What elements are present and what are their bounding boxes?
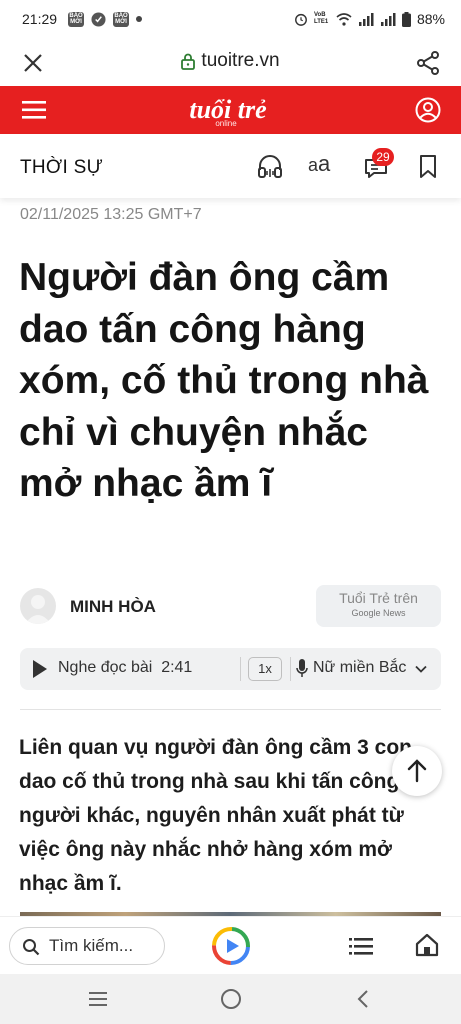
avatar[interactable] [20,588,56,624]
bottom-nav: Tìm kiếm... [0,916,461,974]
playback-speed-button[interactable]: 1x [248,657,282,681]
site-header: tuổi trẻ online [0,86,461,134]
home-circle-icon[interactable] [219,987,243,1011]
article-headline: Người đàn ông cầm dao tấn công hàng xóm,… [19,256,429,505]
notification-badge-icon: BÁO MỚI [68,11,85,27]
headphones-icon[interactable] [256,152,284,180]
url-display[interactable]: tuoitre.vn [0,50,461,72]
menu-icon[interactable] [22,99,46,121]
google-play-icon[interactable] [212,927,250,965]
search-icon [23,939,40,956]
audio-label[interactable]: Nghe đọc bài 2:41 [58,659,192,677]
section-bar: THỜI SỰ [0,134,461,198]
arrow-up-icon [407,759,427,783]
audio-player: Nghe đọc bài 2:41 1x Nữ miền Bắc [20,648,441,690]
lock-icon [181,53,196,70]
system-nav [0,974,461,1024]
dot-icon [136,16,143,22]
alarm-icon [295,13,307,26]
play-icon[interactable] [32,659,48,679]
divider [290,657,291,681]
browser-url-bar: tuoitre.vn [0,38,461,86]
search-input[interactable]: Tìm kiếm... [9,927,165,965]
google-news-button[interactable]: Tuổi Trẻ trên Google News [316,585,441,627]
voice-select[interactable]: Nữ miền Bắc [313,659,406,677]
bookmark-icon[interactable] [414,152,442,180]
url-text: tuoitre.vn [201,50,280,71]
wifi-icon [336,12,352,26]
comment-count-badge: 29 [372,148,394,166]
home-icon[interactable] [414,932,440,958]
status-time: 21:29 [22,11,58,27]
font-large-label: a [318,151,331,176]
chevron-down-icon[interactable] [414,662,428,676]
battery-percent: 88% [416,11,445,27]
notification-badge-icon: BÁO MỚI [113,11,130,27]
author-name[interactable]: MINH HÒA [70,597,156,617]
article-date: 02/11/2025 13:25 GMT+7 [20,206,202,223]
author-row: MINH HÒA Tuổi Trẻ trên Google News [20,585,441,628]
back-icon[interactable] [352,987,376,1011]
section-title[interactable]: THỜI SỰ [20,157,103,179]
gnews-brand: Google News [351,608,406,618]
signal-icon [380,12,396,26]
battery-icon [401,11,411,27]
divider [20,709,441,710]
logo-subtext: online [215,119,237,128]
font-small-label: a [308,155,319,175]
list-icon[interactable] [349,936,373,956]
signal-icon [358,12,374,26]
status-bar: 21:29 BÁO MỚI BÁO MỚI VoB LTE1 88% [0,0,461,38]
audio-label-text: Nghe đọc bài [58,659,153,676]
scroll-to-top-button[interactable] [392,746,442,796]
user-icon[interactable] [415,97,441,123]
microphone-icon [296,659,308,677]
audio-duration: 2:41 [161,659,193,676]
recents-icon[interactable] [86,987,110,1011]
font-size-icon[interactable]: aa [308,151,330,177]
search-placeholder: Tìm kiếm... [49,936,134,955]
article-sapo: Liên quan vụ người đàn ông cầm 3 con dao… [19,736,413,895]
network-label: VoB LTE1 [313,12,329,25]
site-logo[interactable]: tuổi trẻ online [178,94,278,128]
gnews-label: Tuổi Trẻ trên [339,590,418,606]
divider [240,657,241,681]
app-icon [91,11,106,27]
share-icon[interactable] [415,50,441,76]
